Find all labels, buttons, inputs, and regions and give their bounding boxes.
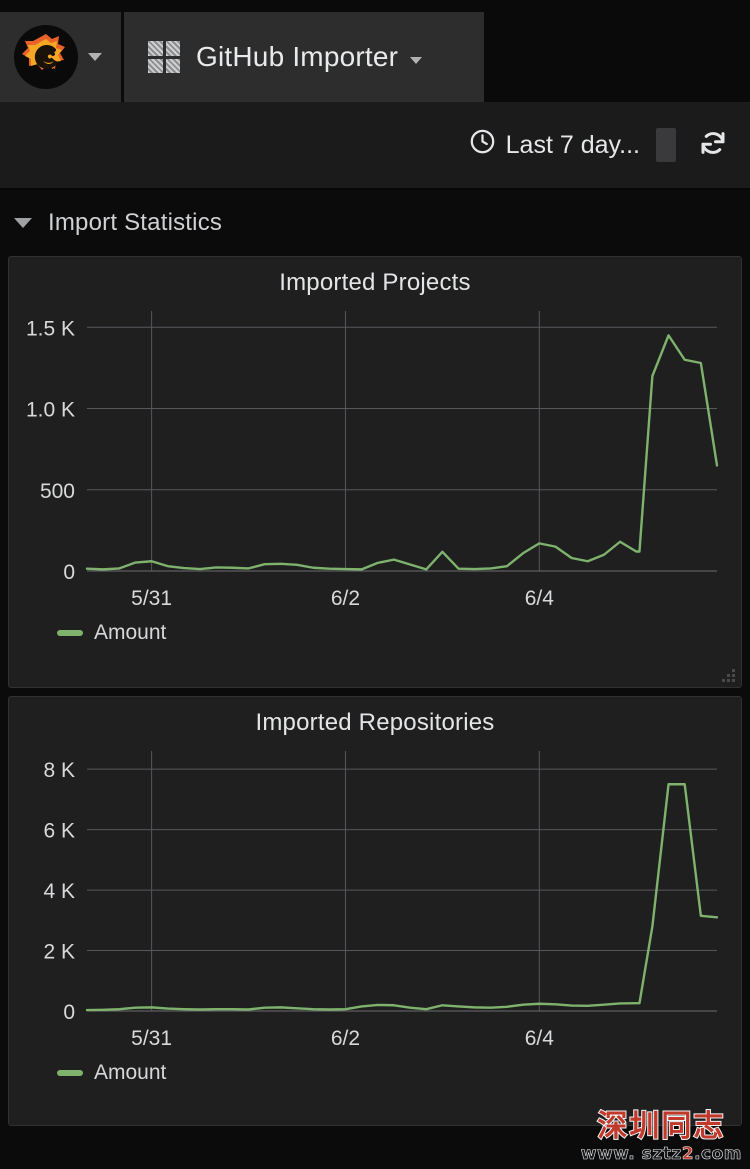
x-axis-tick-label: 5/31 <box>131 1027 172 1050</box>
x-axis-tick-label: 6/2 <box>331 1027 360 1050</box>
y-axis-tick-label: 1.0 K <box>26 399 75 422</box>
grafana-logo-icon <box>14 25 78 89</box>
dashboard-title: GitHub Importer <box>196 41 399 72</box>
panel-title: Imported Projects <box>279 269 471 296</box>
time-range-label: Last 7 day... <box>505 130 640 159</box>
x-axis-tick-label: 5/31 <box>131 587 172 610</box>
time-range-picker[interactable]: Last 7 day... <box>469 128 676 162</box>
legend-series-label: Amount <box>94 621 167 644</box>
panel-title: Imported Repositories <box>255 709 495 736</box>
top-navigation-bar: GitHub Importer <box>0 0 750 102</box>
y-axis-tick-label: 0 <box>63 561 75 584</box>
panel-legend[interactable]: Amount <box>9 1061 741 1085</box>
x-axis-tick-label: 6/4 <box>525 587 555 610</box>
zoom-out-button[interactable] <box>656 128 676 162</box>
dashboard-row-header[interactable]: Import Statistics <box>0 190 750 256</box>
y-axis-tick-label: 2 K <box>43 941 75 964</box>
y-axis-tick-label: 1.5 K <box>26 317 75 340</box>
resize-handle-icon[interactable] <box>719 666 737 684</box>
graph-imported-projects[interactable]: 0 500 1.0 K 1.5 K 5/31 6/2 6/4 <box>9 297 741 627</box>
legend-series-label: Amount <box>94 1061 167 1084</box>
y-axis-tick-label: 6 K <box>43 820 75 843</box>
x-axis-tick-label: 6/4 <box>525 1027 555 1050</box>
y-axis-tick-label: 500 <box>40 480 75 503</box>
row-title: Import Statistics <box>48 209 223 236</box>
panel-imported-repositories[interactable]: Imported Repositories 0 2 K 4 K 6 K 8 K 5/31 6… <box>8 696 742 1126</box>
legend-color-swatch <box>57 630 83 636</box>
y-axis-tick-label: 4 K <box>43 880 75 903</box>
panel-imported-projects[interactable]: Imported Projects 0 500 1.0 K 1.5 K 5/31 6/2 6… <box>8 256 742 688</box>
dashboard-title-button[interactable]: GitHub Importer <box>124 12 484 102</box>
watermark-url-suffix: .com <box>694 1144 742 1164</box>
y-axis-tick-label: 8 K <box>43 759 75 782</box>
refresh-icon <box>698 128 728 163</box>
series-line-amount <box>85 334 719 571</box>
dashboard-grid-icon <box>148 41 180 73</box>
series-line-amount <box>85 783 719 1012</box>
refresh-button[interactable] <box>698 128 728 163</box>
chevron-down-icon[interactable] <box>410 56 423 64</box>
clock-icon <box>469 128 496 162</box>
legend-color-swatch <box>57 1070 83 1076</box>
watermark-url-prefix: www. sztz <box>580 1144 682 1164</box>
graph-imported-repositories[interactable]: 0 2 K 4 K 6 K 8 K 5/31 6/2 6/4 <box>9 737 741 1067</box>
chevron-down-icon[interactable] <box>88 53 102 61</box>
x-axis-tick-label: 6/2 <box>331 587 360 610</box>
watermark-url-digit: 2 <box>681 1144 695 1164</box>
grafana-home-button[interactable] <box>0 12 124 102</box>
chevron-down-icon[interactable] <box>14 218 32 228</box>
dashboard-toolbar: Last 7 day... <box>0 102 750 190</box>
y-axis-tick-label: 0 <box>63 1001 75 1024</box>
watermark-url: www. sztz2.com <box>580 1144 742 1164</box>
panel-legend[interactable]: Amount <box>9 621 741 645</box>
